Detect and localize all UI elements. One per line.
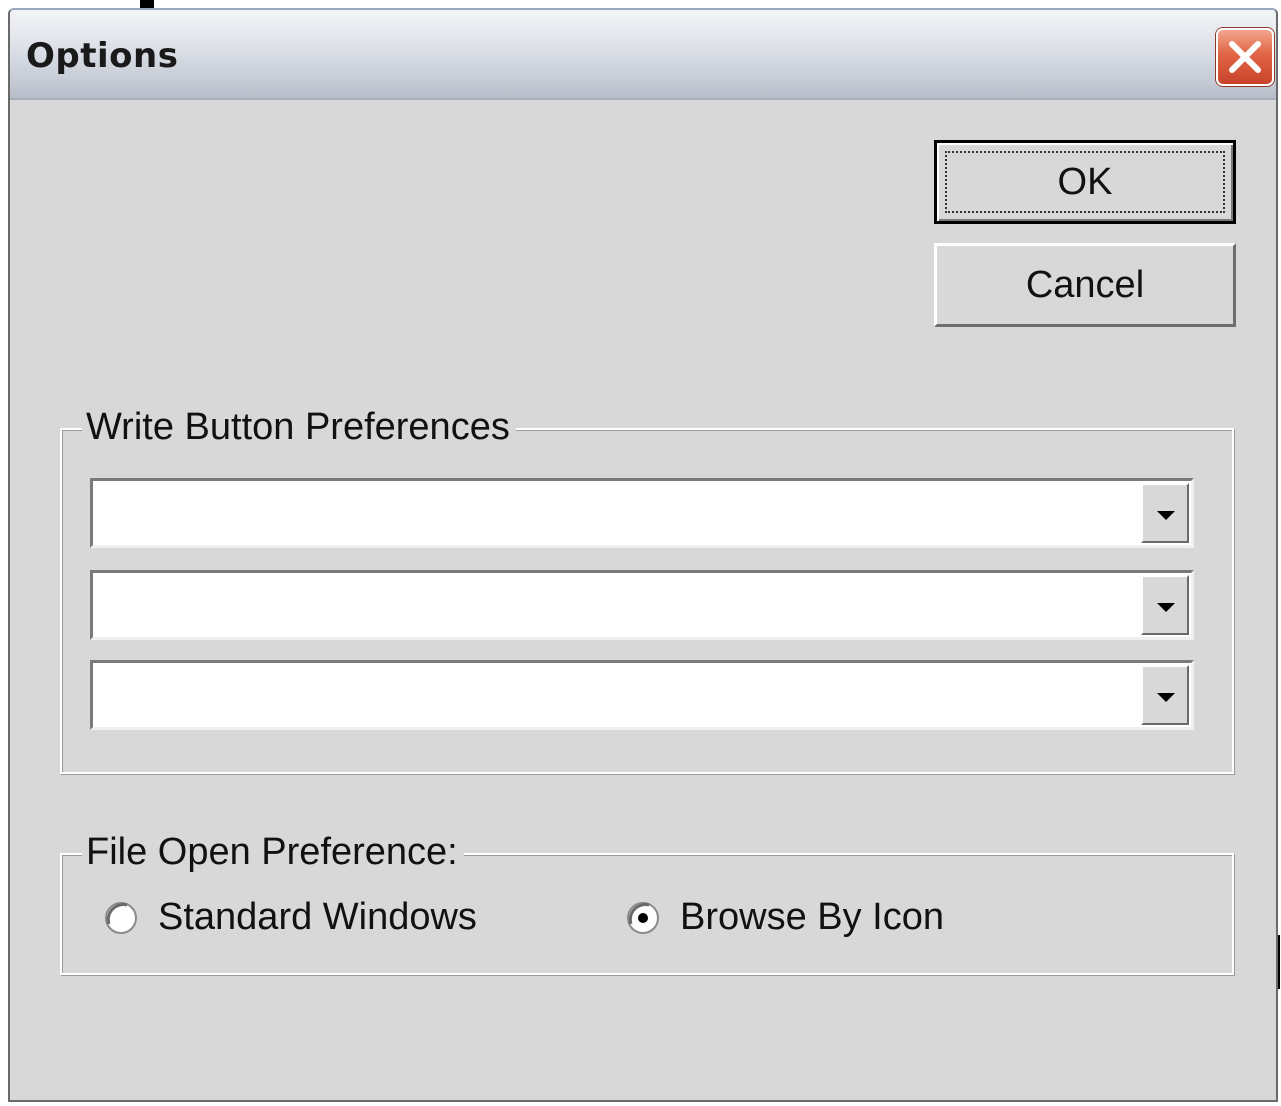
chevron-down-icon	[1157, 693, 1175, 702]
radio-empty-icon[interactable]	[104, 901, 138, 935]
write-preference-dropdown-1[interactable]	[90, 478, 1194, 548]
write-preference-dropdown-2[interactable]	[90, 570, 1194, 640]
radio-label: Standard Windows	[158, 896, 477, 938]
dropdown-arrow-button[interactable]	[1141, 575, 1189, 635]
dropdown-arrow-button[interactable]	[1141, 665, 1189, 725]
radio-label: Browse By Icon	[680, 896, 944, 938]
write-preference-dropdown-3[interactable]	[90, 660, 1194, 730]
close-x-icon	[1229, 41, 1261, 73]
write-button-preferences-group: Write Button Preferences	[60, 408, 1234, 774]
write-button-preferences-legend: Write Button Preferences	[82, 408, 516, 446]
dropdown-arrow-button[interactable]	[1141, 483, 1189, 543]
chevron-down-icon	[1157, 603, 1175, 612]
background-fragment	[140, 0, 154, 8]
window-title: Options	[26, 36, 179, 76]
ok-button[interactable]: OK	[934, 140, 1236, 224]
title-bar[interactable]: Options	[10, 10, 1276, 100]
file-open-preference-legend: File Open Preference:	[82, 833, 464, 871]
options-dialog: Options OK Cancel Write Button Preferenc…	[8, 8, 1278, 1102]
chevron-down-icon	[1157, 511, 1175, 520]
close-button[interactable]	[1216, 28, 1274, 86]
file-open-preference-group: File Open Preference: Standard Windows B…	[60, 833, 1234, 975]
cancel-button[interactable]: Cancel	[934, 243, 1236, 327]
cancel-button-label: Cancel	[1025, 264, 1145, 306]
radio-filled-icon[interactable]	[626, 901, 660, 935]
ok-button-label: OK	[1057, 161, 1113, 203]
